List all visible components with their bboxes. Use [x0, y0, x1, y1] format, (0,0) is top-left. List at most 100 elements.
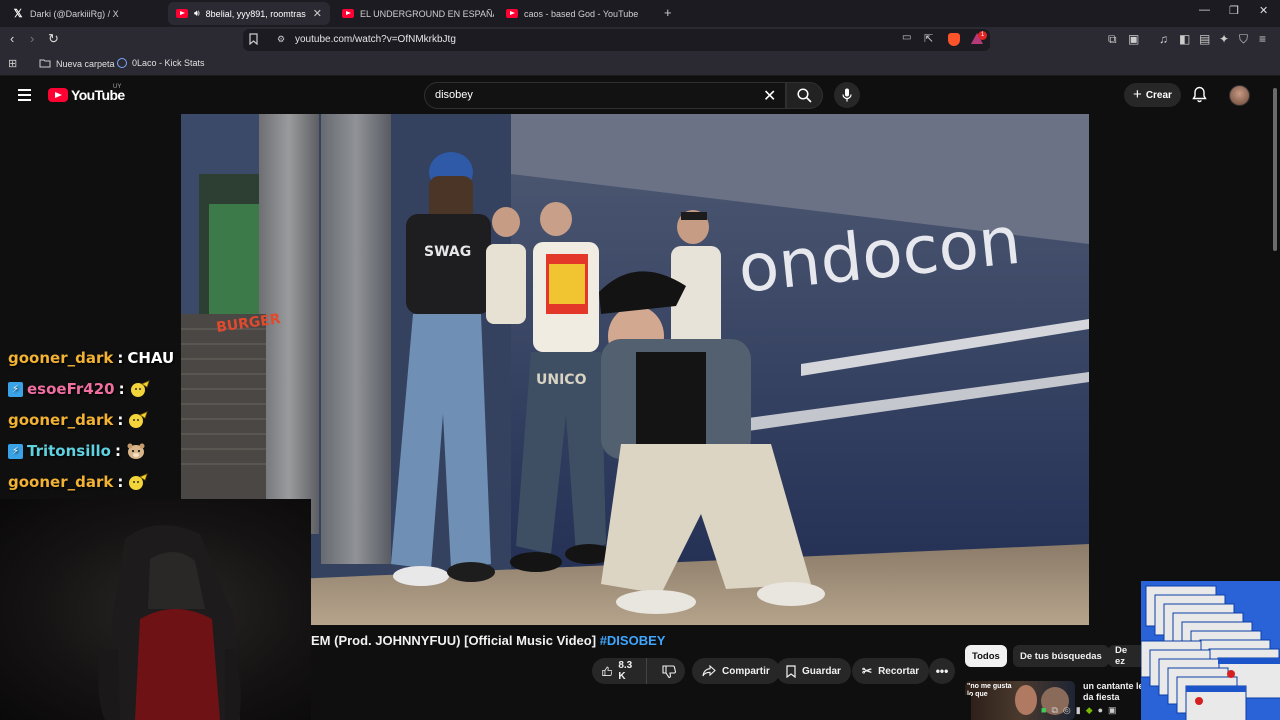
chat-colon: :: [114, 442, 121, 460]
restore-icon[interactable]: ❐: [1229, 4, 1239, 17]
recommended-video-title[interactable]: un cantante le da fiesta: [1083, 681, 1144, 703]
chat-message: gooner_dark :: [8, 411, 149, 429]
url-text[interactable]: youtube.com/watch?v=OfNMkrkbJtg: [295, 34, 456, 45]
share-page-icon[interactable]: ⇱: [924, 32, 933, 45]
rec-title-line: un cantante le: [1083, 681, 1144, 691]
back-icon[interactable]: ‹: [10, 31, 14, 46]
create-button[interactable]: + Crear: [1124, 83, 1181, 107]
share-icon: [702, 665, 716, 677]
create-label: Crear: [1145, 89, 1172, 101]
clip-button[interactable]: ✂ Recortar: [852, 658, 930, 684]
chat-colon: :: [117, 411, 124, 429]
chat-message: ⚡ esoeFr420 :: [8, 380, 151, 398]
wallet-icon[interactable]: ▤: [1199, 32, 1210, 46]
microphone-icon: [842, 88, 852, 102]
chat-text: CHAU: [127, 349, 175, 367]
chip-label: Todos: [972, 650, 1000, 662]
kick-stats-icon: [117, 58, 127, 68]
chat-colon: :: [117, 349, 124, 367]
youtube-logo-icon[interactable]: [48, 88, 68, 102]
extensions-icon[interactable]: ⧉: [1108, 32, 1117, 47]
tray-app-icon[interactable]: ▣: [1108, 705, 1117, 716]
like-button[interactable]: 8.3 K: [592, 658, 647, 684]
tab-youtube-active[interactable]: 🔊︎ 8belial, yyy891, roomtrash6 - ✕: [168, 2, 330, 25]
clapping-emote: [129, 411, 149, 428]
site-settings-icon[interactable]: ⚙︎: [277, 34, 285, 45]
bookmark-nueva-carpeta[interactable]: Nueva carpeta: [39, 58, 115, 70]
tab-close-icon[interactable]: ✕: [313, 7, 322, 20]
video-title-text: EM (Prod. JOHNNYFUU) [Official Music Vid…: [311, 633, 600, 648]
chat-message: ⚡ Tritonsillo :: [8, 442, 147, 460]
search-input[interactable]: [424, 82, 786, 109]
chat-username: gooner_dark: [8, 411, 114, 429]
chat-username: gooner_dark: [8, 349, 114, 367]
search-button[interactable]: [786, 82, 823, 109]
media-icon[interactable]: ♫: [1159, 32, 1168, 46]
tab-label: caos - based God - YouTube: [524, 8, 639, 19]
save-button[interactable]: Guardar: [776, 658, 851, 684]
cast-icon[interactable]: ▭: [902, 32, 911, 43]
clip-label: Recortar: [878, 665, 920, 677]
search-value[interactable]: disobey: [435, 89, 473, 101]
error-windows-overlay: [1141, 581, 1280, 720]
folder-icon: [39, 58, 51, 70]
bookmark-kick-stats[interactable]: 0Laco - Kick Stats: [117, 58, 205, 68]
system-tray: ■ ⧉ ◎ ▮ ◆ ● ▣: [1041, 705, 1117, 716]
dislike-button[interactable]: [653, 658, 685, 684]
thumbnail-caption: "no me gusta lo que: [967, 683, 1012, 698]
tray-app-icon[interactable]: ▮: [1076, 705, 1081, 716]
clear-search-icon[interactable]: ✕: [763, 86, 776, 106]
tab-caos[interactable]: caos - based God - YouTube: [498, 2, 658, 25]
share-label: Compartir: [722, 665, 770, 677]
like-dislike-group: 8.3 K: [592, 658, 685, 684]
chip-label: De ez: [1115, 645, 1128, 667]
shirt-text: SWAG: [424, 244, 471, 260]
bookmark-icon: [786, 664, 796, 678]
new-tab-button[interactable]: +: [664, 5, 672, 20]
voice-search-button[interactable]: [834, 82, 860, 108]
chip-from-channel[interactable]: De ez: [1108, 645, 1141, 667]
chip-from-searches[interactable]: De tus búsquedas: [1013, 645, 1109, 667]
account-avatar[interactable]: [1229, 85, 1250, 106]
scrollbar-thumb[interactable]: [1273, 88, 1277, 251]
wallet-panel-icon[interactable]: ▣: [1128, 32, 1139, 46]
youtube-icon: [176, 9, 188, 18]
nvidia-icon[interactable]: ◆: [1086, 705, 1093, 716]
sidebar-icon[interactable]: ◧: [1179, 32, 1190, 46]
apps-grid-icon[interactable]: ⊞: [8, 57, 17, 70]
tab-label: EL UNDERGROUND EN ESPAÑA - Yo: [360, 8, 494, 19]
jeans-text: UNICO: [536, 372, 587, 388]
guide-menu-icon[interactable]: [18, 89, 31, 101]
share-button[interactable]: Compartir: [692, 658, 780, 684]
webcam-overlay: [0, 499, 311, 720]
vpn-icon[interactable]: ⛉: [1239, 32, 1248, 47]
tray-app-icon[interactable]: ◎: [1063, 705, 1071, 716]
bookmark-label: Nueva carpeta: [56, 59, 115, 69]
youtube-icon: [506, 9, 518, 18]
gaming-chair-image: [98, 525, 241, 720]
video-hashtag-link[interactable]: #DISOBEY: [600, 633, 666, 648]
reload-icon[interactable]: ↻: [48, 31, 59, 47]
leo-ai-icon[interactable]: ✦: [1219, 32, 1229, 46]
close-window-icon[interactable]: ✕: [1259, 4, 1268, 17]
forward-icon[interactable]: ›: [30, 31, 34, 46]
video-player[interactable]: ondocon BURGER SWAG UNICO: [181, 114, 1089, 625]
chip-todos[interactable]: Todos: [965, 645, 1007, 667]
tray-app-icon[interactable]: ⧉: [1051, 705, 1057, 716]
chat-message: gooner_dark : CHAU: [8, 349, 174, 367]
stacked-error-windows-image: [1141, 581, 1280, 720]
speaker-icon[interactable]: 🔊︎: [194, 8, 200, 19]
brave-shield-icon[interactable]: [948, 33, 960, 46]
tab-underground[interactable]: EL UNDERGROUND EN ESPAÑA - Yo: [334, 2, 494, 25]
minimize-icon[interactable]: —: [1199, 4, 1210, 16]
more-actions-button[interactable]: •••: [929, 658, 955, 684]
tab-label: Darki (@DarkiiiRg) / X: [30, 8, 119, 19]
tray-app-icon[interactable]: ■: [1041, 705, 1046, 716]
bookmark-page-icon[interactable]: [249, 33, 258, 48]
search-icon: [797, 88, 812, 103]
tray-app-icon[interactable]: ●: [1098, 705, 1103, 716]
tab-x[interactable]: 𝕏 Darki (@DarkiiiRg) / X: [4, 2, 164, 25]
menu-icon[interactable]: ≡: [1259, 32, 1266, 46]
notifications-button[interactable]: [1192, 86, 1207, 108]
video-title: EM (Prod. JOHNNYFUU) [Official Music Vid…: [311, 633, 665, 648]
